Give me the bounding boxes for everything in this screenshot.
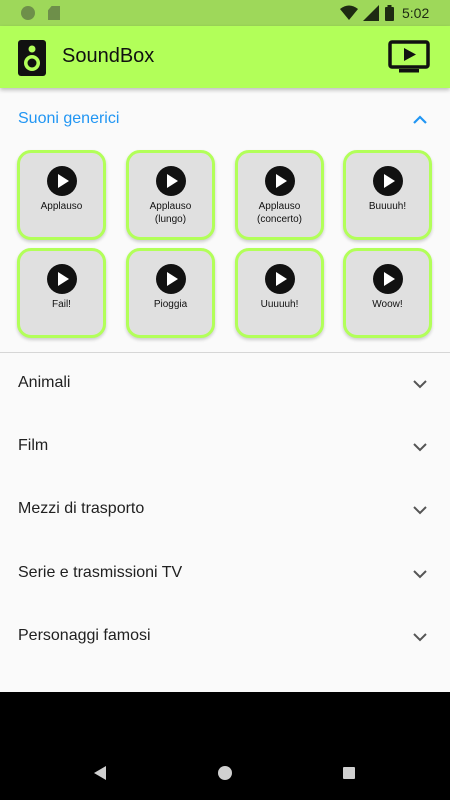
recents-icon[interactable] <box>343 767 355 779</box>
sound-button[interactable]: Fail! <box>17 248 106 338</box>
sound-button[interactable]: Applauso (concerto) <box>235 150 324 240</box>
play-icon <box>156 166 186 196</box>
sound-label: Fail! <box>52 299 71 310</box>
chevron-down-icon <box>413 380 427 389</box>
play-icon <box>156 264 186 294</box>
wifi-icon <box>340 5 358 20</box>
category-label: Mezzi di trasporto <box>18 500 145 517</box>
speaker-icon <box>18 40 46 76</box>
play-icon <box>47 264 77 294</box>
app-bar: SoundBox <box>0 26 450 88</box>
category-label: Personaggi famosi <box>18 627 151 644</box>
chevron-down-icon <box>413 633 427 642</box>
section-title: Suoni generici <box>18 110 120 127</box>
signal-icon <box>363 5 379 21</box>
notification-dot-icon <box>21 6 35 20</box>
sound-label: Applauso (lungo) <box>149 201 192 225</box>
chevron-down-icon <box>413 506 427 515</box>
sound-label: Applauso <box>40 201 83 212</box>
category-label: Film <box>18 437 49 454</box>
sound-label: Uuuuuh! <box>260 299 299 310</box>
category-row-serie-tv[interactable]: Serie e trasmissioni TV <box>0 542 450 605</box>
sound-label: Woow! <box>372 299 403 310</box>
status-bar: 5:02 <box>0 0 450 26</box>
sound-button[interactable]: Uuuuuh! <box>235 248 324 338</box>
category-row-animali[interactable]: Animali <box>0 352 450 415</box>
cast-play-icon[interactable] <box>388 40 430 74</box>
category-row-film[interactable]: Film <box>0 415 450 478</box>
battery-icon <box>385 5 394 21</box>
sound-button[interactable]: Woow! <box>343 248 432 338</box>
section-header-suoni-generici[interactable]: Suoni generici <box>0 94 450 144</box>
sound-button[interactable]: Applauso <box>17 150 106 240</box>
category-label: Serie e trasmissioni TV <box>18 564 183 581</box>
category-row-mezzi-di-trasporto[interactable]: Mezzi di trasporto <box>0 478 450 541</box>
play-icon <box>265 264 295 294</box>
category-label: Animali <box>18 374 71 391</box>
chevron-down-icon <box>413 443 427 452</box>
sound-button[interactable]: Pioggia <box>126 248 215 338</box>
sound-label: Applauso (concerto) <box>256 201 302 225</box>
play-icon <box>373 166 403 196</box>
clock: 5:02 <box>402 5 430 21</box>
sound-button[interactable]: Buuuuh! <box>343 150 432 240</box>
sound-button[interactable]: Applauso (lungo) <box>126 150 215 240</box>
sound-label: Buuuuh! <box>368 201 407 212</box>
chevron-down-icon <box>413 570 427 579</box>
chevron-up-icon <box>413 115 427 124</box>
play-icon <box>373 264 403 294</box>
play-icon <box>47 166 77 196</box>
sound-label: Pioggia <box>153 299 188 310</box>
sd-card-icon <box>48 6 60 20</box>
category-row-personaggi-famosi[interactable]: Personaggi famosi <box>0 605 450 668</box>
back-icon[interactable] <box>94 766 106 780</box>
system-nav-bar <box>0 692 450 800</box>
home-icon[interactable] <box>218 766 232 780</box>
app-title: SoundBox <box>62 45 155 67</box>
play-icon <box>265 166 295 196</box>
